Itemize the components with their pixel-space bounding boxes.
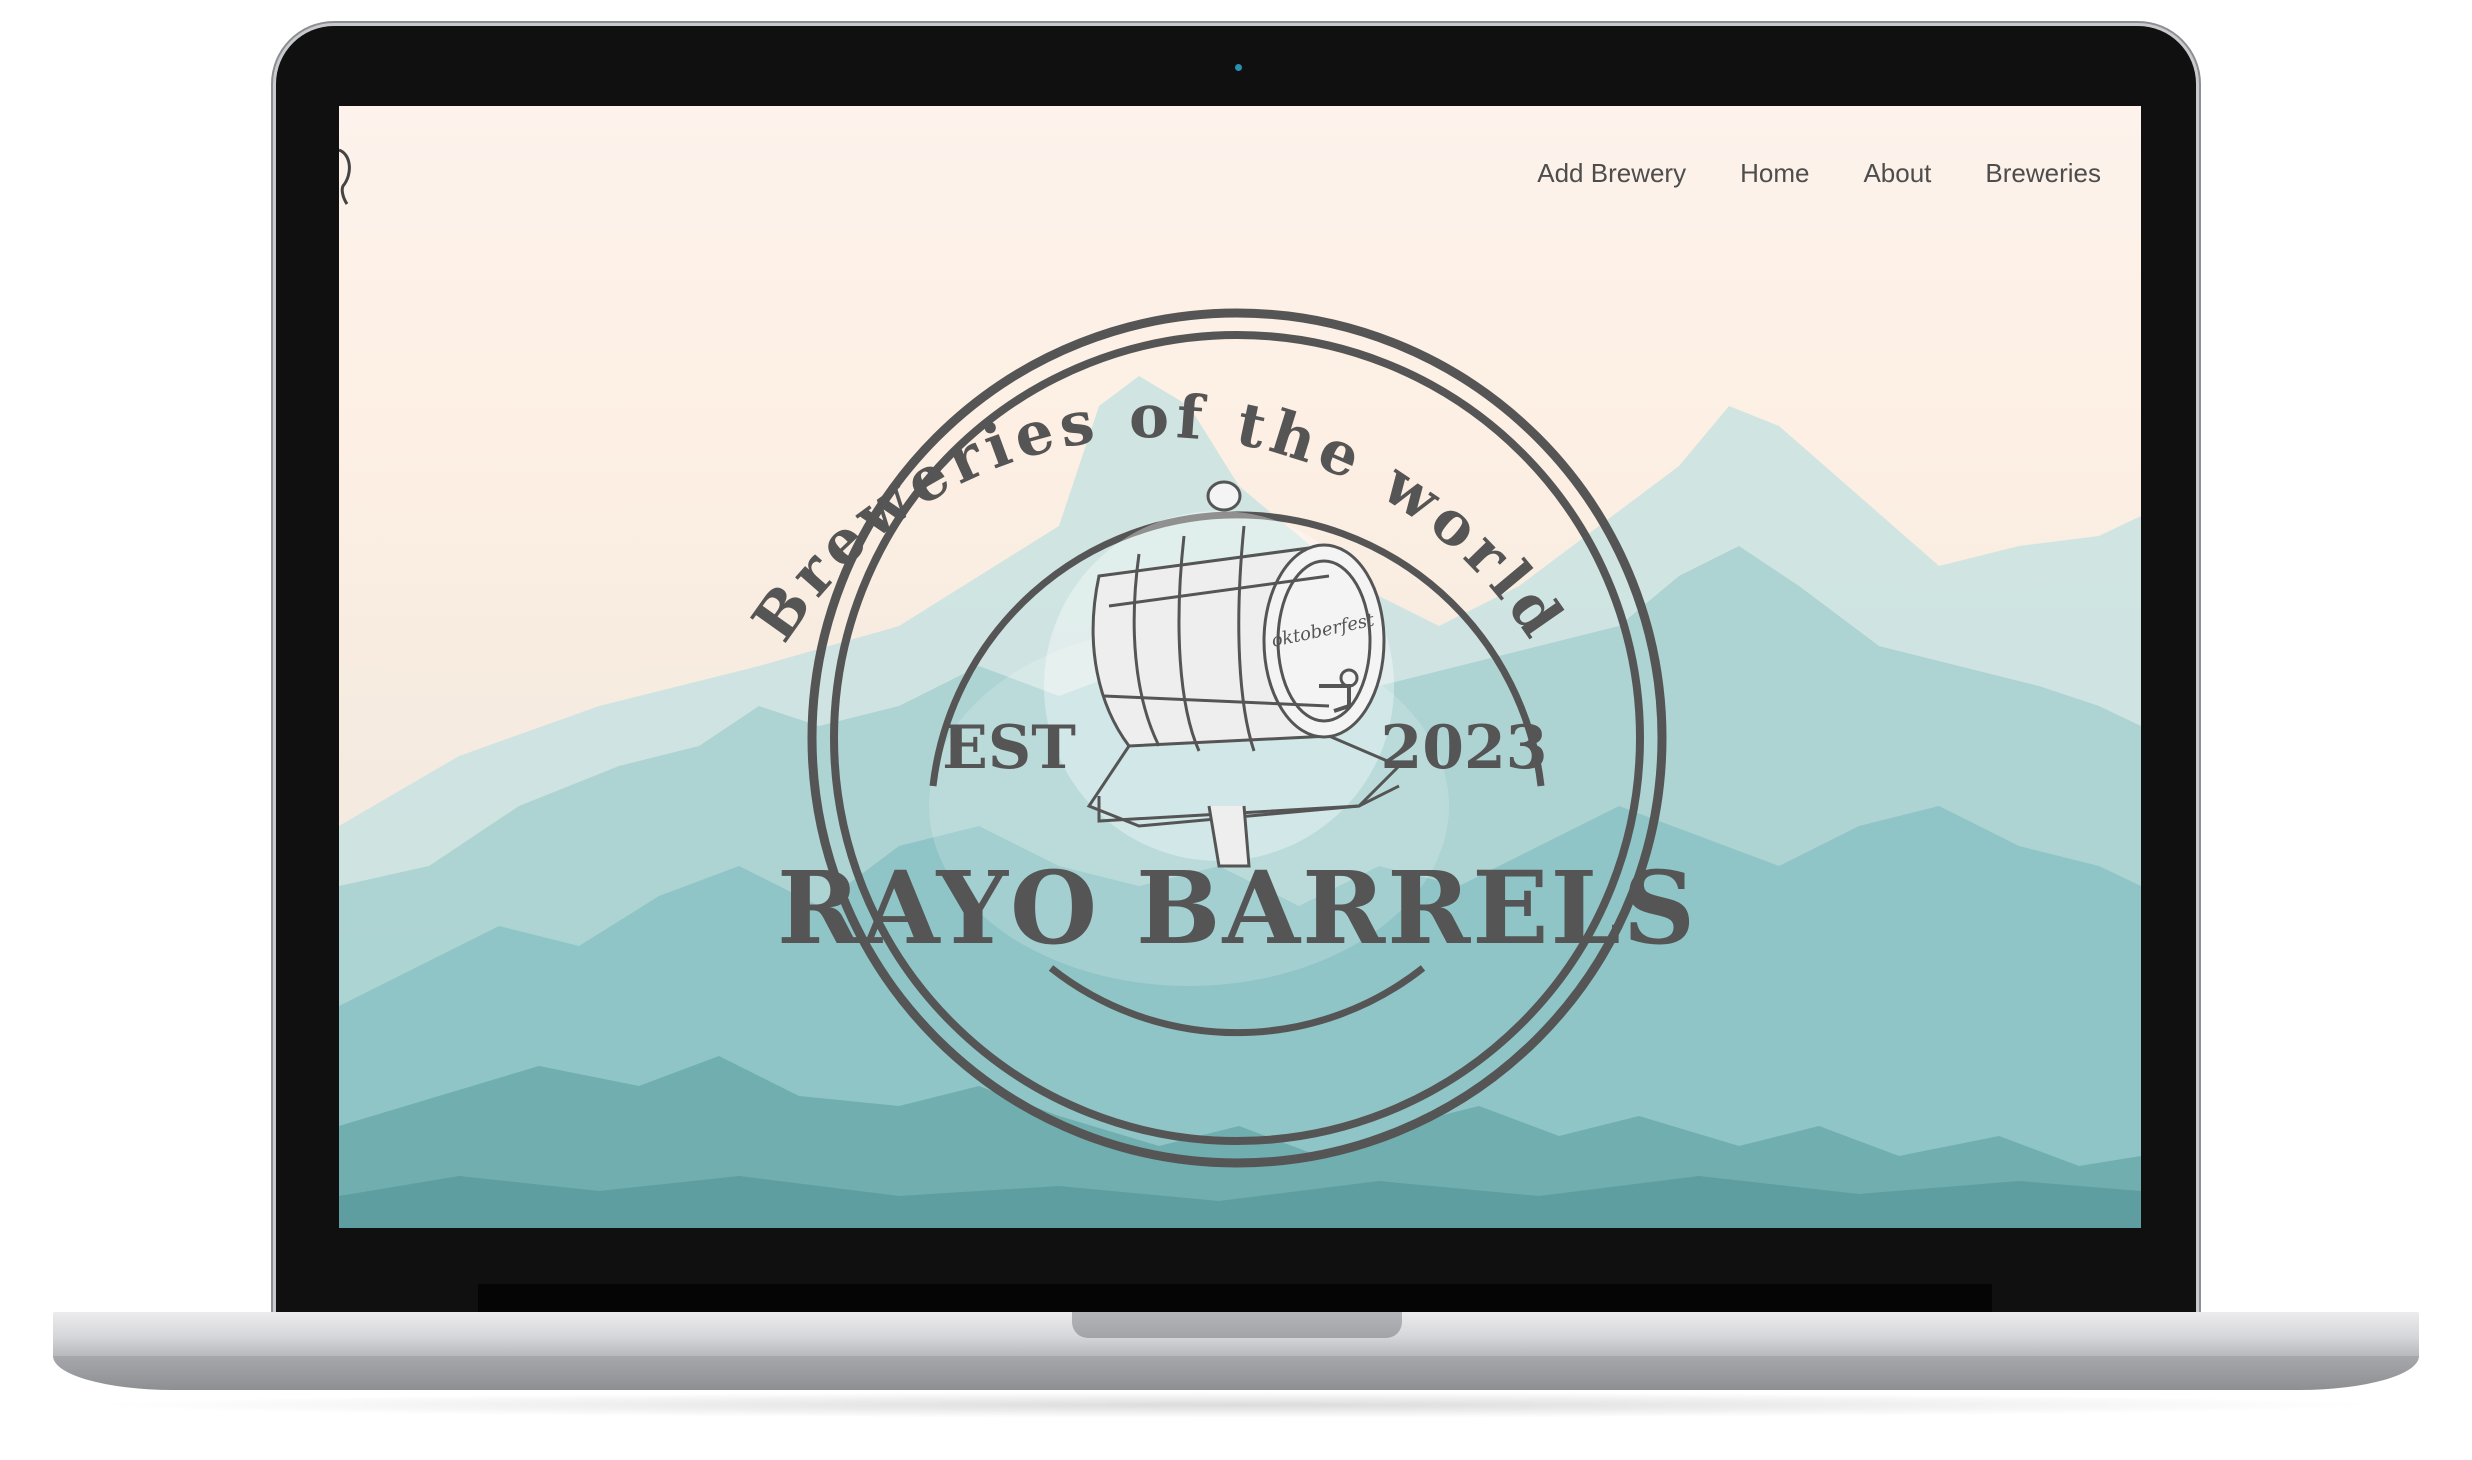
laptop-base-bottom xyxy=(53,1356,2419,1390)
brand-emblem: Breweries of the world oktoberfest EST 2… xyxy=(739,308,1697,1168)
emblem-bottom-arc xyxy=(1048,965,1426,1037)
laptop-notch xyxy=(1072,1312,1402,1338)
est-year: 2023 xyxy=(1381,713,1548,783)
browser-viewport: Add Brewery Home About Breweries Breweri… xyxy=(339,106,2141,1228)
est-label: EST xyxy=(942,713,1076,783)
camera-icon xyxy=(1235,64,1242,71)
brand-title: RAYO BARRELS xyxy=(777,849,1697,967)
laptop-shadow xyxy=(80,1392,2392,1418)
